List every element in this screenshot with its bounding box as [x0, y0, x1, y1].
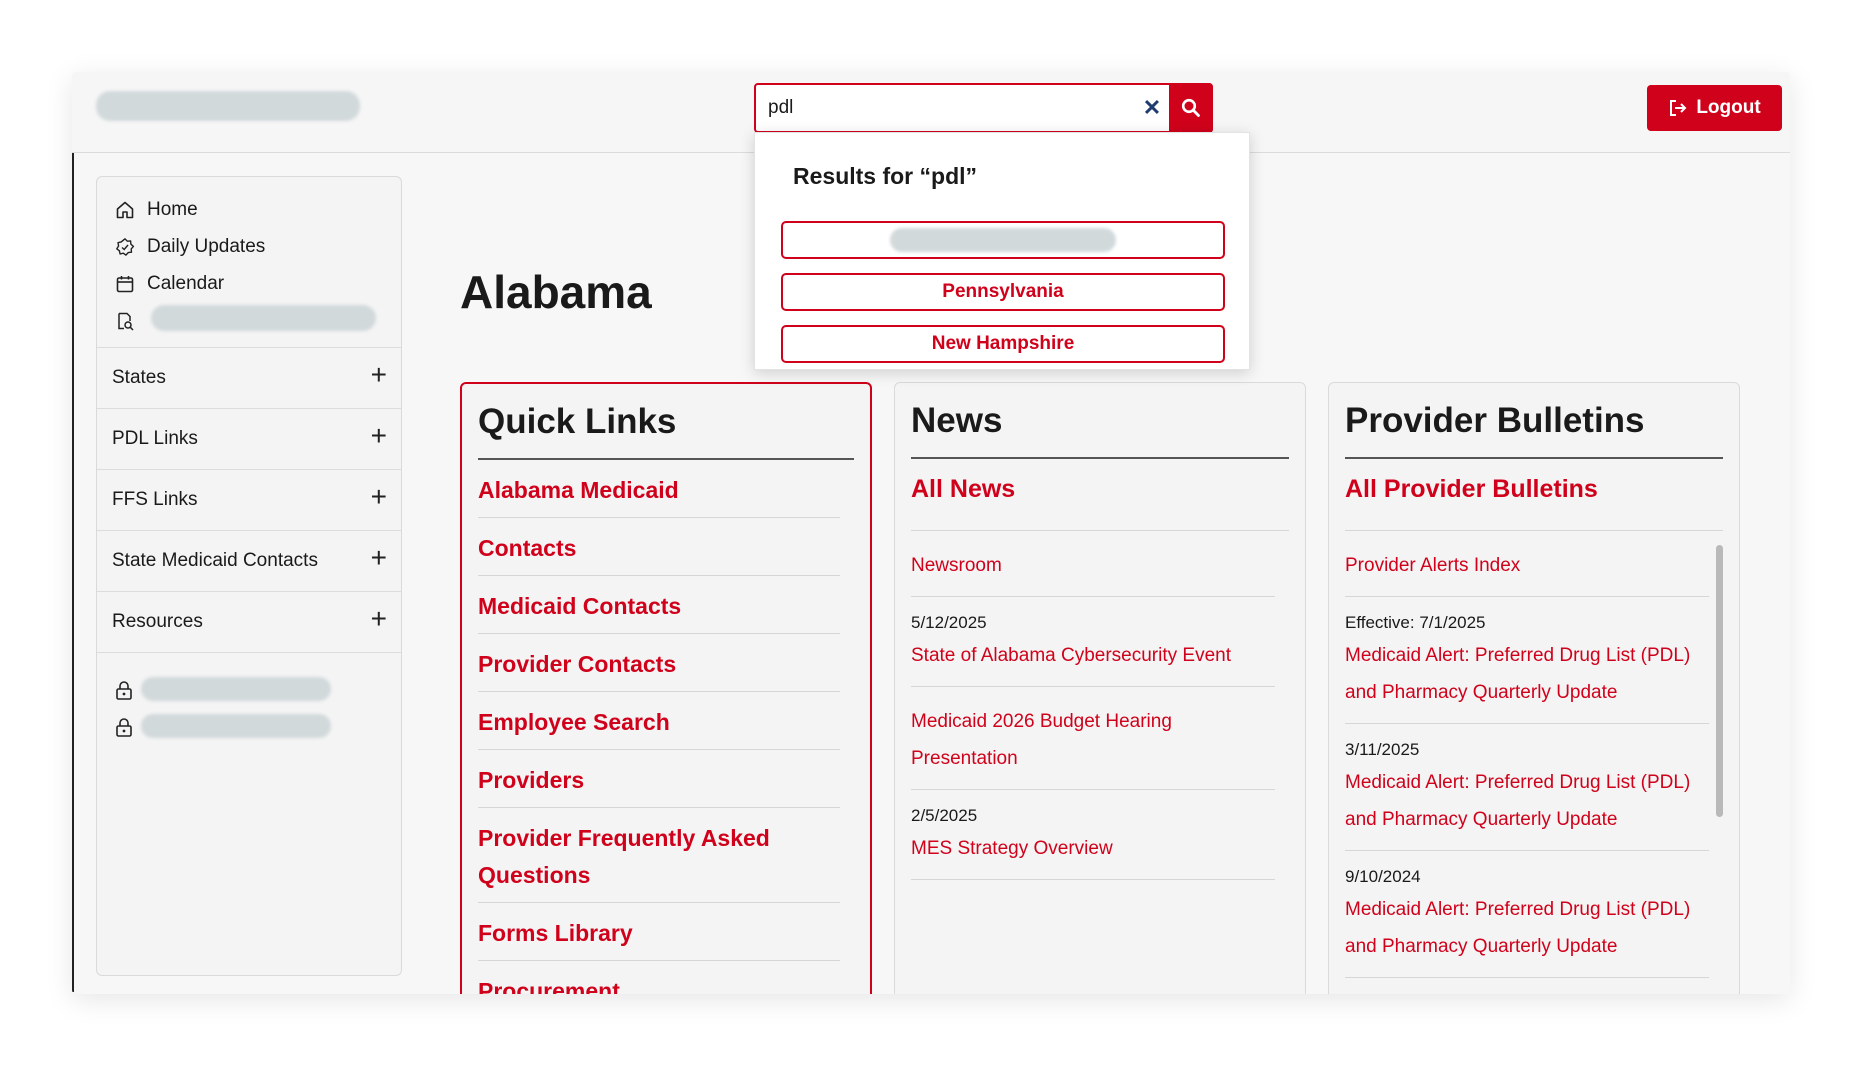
bulletin-link[interactable]: Medicaid Alert: Preferred Drug List (PDL…	[1345, 637, 1709, 711]
search-box: ✕	[754, 83, 1213, 133]
sidebar-section-state-medicaid-contacts[interactable]: State Medicaid Contacts +	[97, 530, 401, 591]
redacted-site-logo[interactable]	[96, 91, 360, 121]
plus-icon[interactable]: +	[371, 422, 387, 450]
quick-link-procurement[interactable]: Procurement	[478, 961, 840, 994]
search-result-pennsylvania[interactable]: Pennsylvania	[781, 273, 1225, 311]
news-item: 5/12/2025 State of Alabama Cybersecurity…	[911, 597, 1275, 687]
document-search-icon	[118, 312, 134, 331]
logout-button[interactable]: Logout	[1647, 85, 1782, 131]
search-icon	[1181, 98, 1200, 117]
redacted-link-label	[141, 714, 331, 738]
search-results-dropdown: Results for “pdl” Pennsylvania New Hamps…	[754, 132, 1250, 370]
locked-link[interactable]	[115, 708, 383, 745]
redacted-link-label	[151, 305, 376, 331]
all-news-link[interactable]: All News	[911, 475, 1289, 531]
quick-link-employee-search[interactable]: Employee Search	[478, 692, 840, 750]
news-link[interactable]: State of Alabama Cybersecurity Event	[911, 637, 1275, 674]
news-link[interactable]: Newsroom	[911, 547, 1275, 584]
section-label: Resources	[112, 611, 203, 632]
card-title: Provider Bulletins	[1345, 401, 1723, 459]
sidebar-item-label: Calendar	[147, 272, 225, 294]
plus-icon[interactable]: +	[371, 483, 387, 511]
quick-link-provider-contacts[interactable]: Provider Contacts	[478, 634, 840, 692]
bulletin-item: 3/11/2025 Medicaid Alert: Preferred Drug…	[1345, 724, 1709, 851]
sidebar-item-home[interactable]: Home	[115, 191, 383, 228]
section-label: State Medicaid Contacts	[112, 550, 318, 571]
bulletin-date: Effective: 7/1/2025	[1345, 613, 1486, 632]
news-date: 5/12/2025	[911, 613, 987, 632]
news-date: 2/5/2025	[911, 806, 978, 825]
lock-icon	[116, 717, 132, 737]
search-button[interactable]	[1169, 83, 1213, 133]
news-item: Medicaid 2026 Budget Hearing Presentatio…	[911, 687, 1275, 790]
locked-links	[97, 652, 401, 763]
news-link[interactable]: MES Strategy Overview	[911, 830, 1275, 867]
sidebar-item-label: Home	[147, 198, 198, 220]
bulletin-link[interactable]: Medicaid Alert: Preferred Drug List (PDL…	[1345, 764, 1709, 838]
sidebar-item-calendar[interactable]: Calendar	[115, 265, 383, 302]
sidebar-section-resources[interactable]: Resources +	[97, 591, 401, 652]
bulletin-link[interactable]: Provider Alerts Index	[1345, 547, 1709, 584]
section-label: FFS Links	[112, 489, 198, 510]
quick-link-provider-faq[interactable]: Provider Frequently Asked Questions	[478, 808, 840, 903]
quick-link-medicaid-contacts[interactable]: Medicaid Contacts	[478, 576, 840, 634]
sidebar-section-ffs-links[interactable]: FFS Links +	[97, 469, 401, 530]
redacted-link-label	[141, 677, 331, 701]
results-heading: Results for “pdl”	[793, 163, 978, 189]
logout-icon	[1670, 100, 1687, 116]
bulletin-item: 9/10/2024 Medicaid Alert: Preferred Drug…	[1345, 851, 1709, 978]
bulletin-item: Effective: 7/1/2025 Medicaid Alert: Pref…	[1345, 597, 1709, 724]
calendar-icon	[116, 275, 134, 292]
clear-search-button[interactable]: ✕	[1135, 85, 1169, 131]
plus-icon[interactable]: +	[371, 544, 387, 572]
card-title: News	[911, 401, 1289, 459]
logout-label: Logout	[1696, 97, 1761, 118]
bulletin-item: Provider Alerts Index	[1345, 531, 1709, 597]
news-item: Newsroom	[911, 531, 1275, 597]
quick-link-providers[interactable]: Providers	[478, 750, 840, 808]
news-card: News All News Newsroom 5/12/2025 State o…	[894, 382, 1306, 994]
all-bulletins-link[interactable]: All Provider Bulletins	[1345, 475, 1723, 531]
provider-bulletins-card: Provider Bulletins All Provider Bulletin…	[1328, 382, 1740, 994]
section-label: PDL Links	[112, 428, 198, 449]
home-icon	[116, 201, 134, 218]
bulletin-date: 3/11/2025	[1345, 740, 1420, 759]
search-input[interactable]	[756, 85, 1135, 131]
sidebar: Home Daily Updates Calendar States + PDL…	[96, 176, 402, 976]
sidebar-section-pdl-links[interactable]: PDL Links +	[97, 408, 401, 469]
quick-link-contacts[interactable]: Contacts	[478, 518, 840, 576]
search-result-new-hampshire[interactable]: New Hampshire	[781, 325, 1225, 363]
window-edge	[72, 82, 74, 992]
quick-link-alabama-medicaid[interactable]: Alabama Medicaid	[478, 460, 840, 518]
quick-link-forms-library[interactable]: Forms Library	[478, 903, 840, 961]
card-title: Quick Links	[478, 402, 854, 460]
bulletin-date: 9/10/2024	[1345, 867, 1421, 886]
app-window: ✕ Logout Home	[72, 72, 1790, 994]
page-title: Alabama	[460, 266, 652, 318]
badge-icon	[116, 237, 135, 256]
section-label: States	[112, 367, 166, 388]
lock-icon	[116, 680, 132, 700]
news-link[interactable]: Medicaid 2026 Budget Hearing Presentatio…	[911, 703, 1275, 777]
bulletin-link[interactable]: Medicaid Alert: Preferred Drug List (PDL…	[1345, 891, 1709, 965]
sidebar-item-daily-updates[interactable]: Daily Updates	[115, 228, 383, 265]
redacted-result-label	[890, 228, 1116, 252]
sidebar-section-states[interactable]: States +	[97, 347, 401, 408]
locked-link[interactable]	[115, 671, 383, 708]
bulletins-scrollbar[interactable]	[1716, 545, 1723, 817]
search-result-redacted[interactable]	[781, 221, 1225, 259]
plus-icon[interactable]: +	[371, 605, 387, 633]
plus-icon[interactable]: +	[371, 361, 387, 389]
quick-links-card: Quick Links Alabama Medicaid Contacts Me…	[460, 382, 872, 994]
sidebar-item-redacted[interactable]	[115, 302, 383, 339]
sidebar-item-label: Daily Updates	[147, 235, 266, 257]
news-item: 2/5/2025 MES Strategy Overview	[911, 790, 1275, 880]
close-icon: ✕	[1142, 95, 1162, 120]
